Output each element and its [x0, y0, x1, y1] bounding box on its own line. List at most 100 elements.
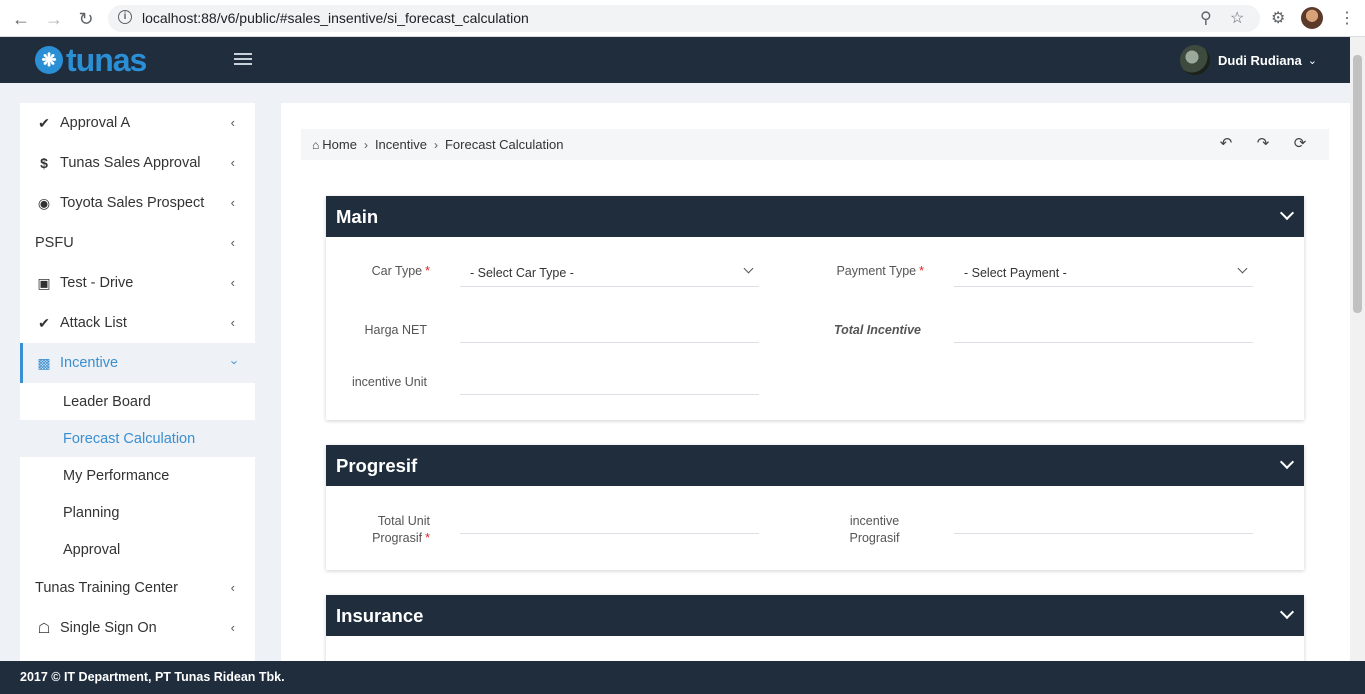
user-avatar: [1180, 45, 1210, 75]
total-incentive-label: Total Incentive: [833, 323, 921, 337]
sidebar-item-attack-list[interactable]: ✔ Attack List ‹: [20, 303, 255, 343]
payment-type-label: Payment Type *: [836, 264, 924, 278]
chevron-down-icon[interactable]: [1280, 607, 1294, 621]
panel-title: Main: [336, 206, 379, 227]
logo-text: tunas: [66, 42, 147, 78]
car-icon: ▣: [37, 274, 51, 291]
reload-icon[interactable]: ↻: [75, 8, 97, 30]
page-footer: 2017 © IT Department, PT Tunas Ridean Tb…: [0, 661, 1365, 694]
scrollbar-thumb[interactable]: [1353, 55, 1362, 313]
sidebar-subitem-approval[interactable]: Approval: [20, 531, 255, 568]
briefcase-icon: ▩: [37, 354, 51, 371]
logo-star-icon: ❋: [35, 46, 63, 74]
chevron-left-icon: ‹: [230, 195, 235, 210]
check-icon: ✔: [38, 314, 50, 331]
incentive-unit-label: incentive Unit: [351, 375, 427, 389]
page-scrollbar[interactable]: [1350, 37, 1365, 661]
incentive-unit-input[interactable]: [460, 365, 759, 395]
chevron-right-icon: ›: [433, 137, 438, 152]
car-type-value: - Select Car Type -: [470, 266, 574, 280]
menu-dots-icon[interactable]: ⋮: [1339, 8, 1355, 28]
menu-toggle-icon[interactable]: [234, 53, 252, 67]
chevron-down-icon: ‹: [225, 360, 241, 365]
total-unit-prograsif-input[interactable]: [460, 504, 759, 534]
chevron-down-icon: [745, 265, 753, 273]
sidebar-item-tunas-training-center[interactable]: Tunas Training Center ‹: [20, 568, 255, 608]
chevron-left-icon: ‹: [230, 155, 235, 170]
sidebar-item-label: Incentive: [60, 355, 119, 371]
footer-text: 2017 © IT Department, PT Tunas Ridean Tb…: [20, 670, 285, 684]
chevron-left-icon: ‹: [230, 620, 235, 635]
chevron-down-icon[interactable]: [1280, 457, 1294, 471]
refresh-icon[interactable]: ⟳: [1291, 135, 1309, 153]
incentive-prograsif-input[interactable]: [954, 504, 1253, 534]
chevron-down-icon: ⌄: [1307, 54, 1317, 67]
sidebar-item-label: Test - Drive: [60, 275, 134, 291]
key-icon[interactable]: ⚲: [1200, 8, 1212, 28]
chevron-down-icon[interactable]: [1280, 208, 1294, 222]
sidebar-subitem-forecast-calculation[interactable]: Forecast Calculation: [20, 420, 255, 457]
redo-icon[interactable]: ↷: [1254, 135, 1272, 153]
incentive-prograsif-label: incentive Prograsif: [849, 514, 900, 545]
extensions-icon[interactable]: ⚙: [1271, 8, 1285, 28]
home-icon: ⌂: [312, 137, 320, 152]
sidebar-item-single-sign-on[interactable]: ☖ Single Sign On ‹: [20, 608, 255, 648]
panel-title: Progresif: [336, 455, 418, 476]
sidebar-item-label: Approval A: [60, 115, 131, 131]
back-icon[interactable]: ←: [10, 8, 32, 30]
sidebar-item-label: PSFU: [35, 235, 74, 251]
sidebar-item-incentive[interactable]: ▩ Incentive ‹: [20, 343, 255, 383]
chevron-right-icon: ›: [363, 137, 368, 152]
sidebar-item-tunas-sales-approval[interactable]: $ Tunas Sales Approval ‹: [20, 143, 255, 183]
site-info-icon[interactable]: i: [118, 10, 132, 24]
app-header: ❋ tunas Dudi Rudiana ⌄: [0, 37, 1365, 83]
progresif-panel-header[interactable]: Progresif: [326, 445, 1304, 486]
chevron-left-icon: ‹: [230, 115, 235, 130]
lock-icon: ☖: [37, 619, 51, 636]
check-icon: ✔: [38, 114, 50, 131]
chevron-down-icon: [1239, 265, 1247, 273]
harga-net-input[interactable]: [460, 313, 759, 343]
car-type-label: Car Type *: [371, 264, 430, 278]
sidebar-subitem-leader-board[interactable]: Leader Board: [20, 383, 255, 420]
breadcrumb-actions: ↶ ↷ ⟳: [1198, 135, 1309, 153]
total-unit-prograsif-label: Total Unit Prograsif *: [372, 514, 430, 545]
insurance-panel-header[interactable]: Insurance: [326, 595, 1304, 636]
sidebar: ✔ Approval A ‹ $ Tunas Sales Approval ‹ …: [20, 103, 255, 661]
sidebar-subitem-my-performance[interactable]: My Performance: [20, 457, 255, 494]
sidebar-item-label: Tunas Sales Approval: [60, 155, 201, 171]
breadcrumb-home[interactable]: Home: [322, 137, 357, 152]
breadcrumb-incentive[interactable]: Incentive: [375, 137, 427, 152]
sidebar-item-label: Tunas Training Center: [35, 580, 178, 596]
sidebar-subitem-planning[interactable]: Planning: [20, 494, 255, 531]
user-menu[interactable]: Dudi Rudiana ⌄: [1180, 45, 1317, 75]
main-panel-header[interactable]: Main: [326, 196, 1304, 237]
undo-icon[interactable]: ↶: [1217, 135, 1235, 153]
chevron-left-icon: ‹: [230, 315, 235, 330]
payment-type-select[interactable]: - Select Payment -: [954, 257, 1253, 287]
breadcrumb: ⌂ Home › Incentive › Forecast Calculatio…: [312, 137, 563, 152]
forward-icon[interactable]: →: [43, 8, 65, 30]
sidebar-item-approval-a[interactable]: ✔ Approval A ‹: [20, 103, 255, 143]
dashboard-icon: ◉: [37, 194, 51, 211]
profile-avatar[interactable]: [1301, 7, 1323, 29]
sidebar-item-test-drive[interactable]: ▣ Test - Drive ‹: [20, 263, 255, 303]
sidebar-item-psfu[interactable]: PSFU ‹: [20, 223, 255, 263]
main-content: ⌂ Home › Incentive › Forecast Calculatio…: [281, 103, 1350, 661]
total-incentive-input[interactable]: [954, 313, 1253, 343]
user-name: Dudi Rudiana: [1218, 52, 1302, 68]
chevron-left-icon: ‹: [230, 275, 235, 290]
car-type-select[interactable]: - Select Car Type -: [460, 257, 759, 287]
progresif-panel: Progresif Total Unit Prograsif * incentiv…: [326, 445, 1304, 570]
breadcrumb-forecast-calculation: Forecast Calculation: [444, 137, 564, 152]
browser-toolbar: ← → ↻ i localhost:88/v6/public/#sales_in…: [0, 0, 1365, 37]
sidebar-item-toyota-sales-prospect[interactable]: ◉ Toyota Sales Prospect ‹: [20, 183, 255, 223]
address-bar[interactable]: i localhost:88/v6/public/#sales_insentiv…: [108, 5, 1260, 32]
sidebar-item-label: Attack List: [60, 315, 127, 331]
main-panel: Main Car Type * - Select Car Type - Payme…: [326, 196, 1304, 420]
chevron-left-icon: ‹: [230, 235, 235, 250]
bookmark-star-icon[interactable]: ☆: [1230, 8, 1244, 28]
url-text: localhost:88/v6/public/#sales_insentive/…: [142, 10, 529, 26]
chevron-left-icon: ‹: [230, 580, 235, 595]
tunas-logo[interactable]: ❋ tunas: [35, 42, 147, 78]
